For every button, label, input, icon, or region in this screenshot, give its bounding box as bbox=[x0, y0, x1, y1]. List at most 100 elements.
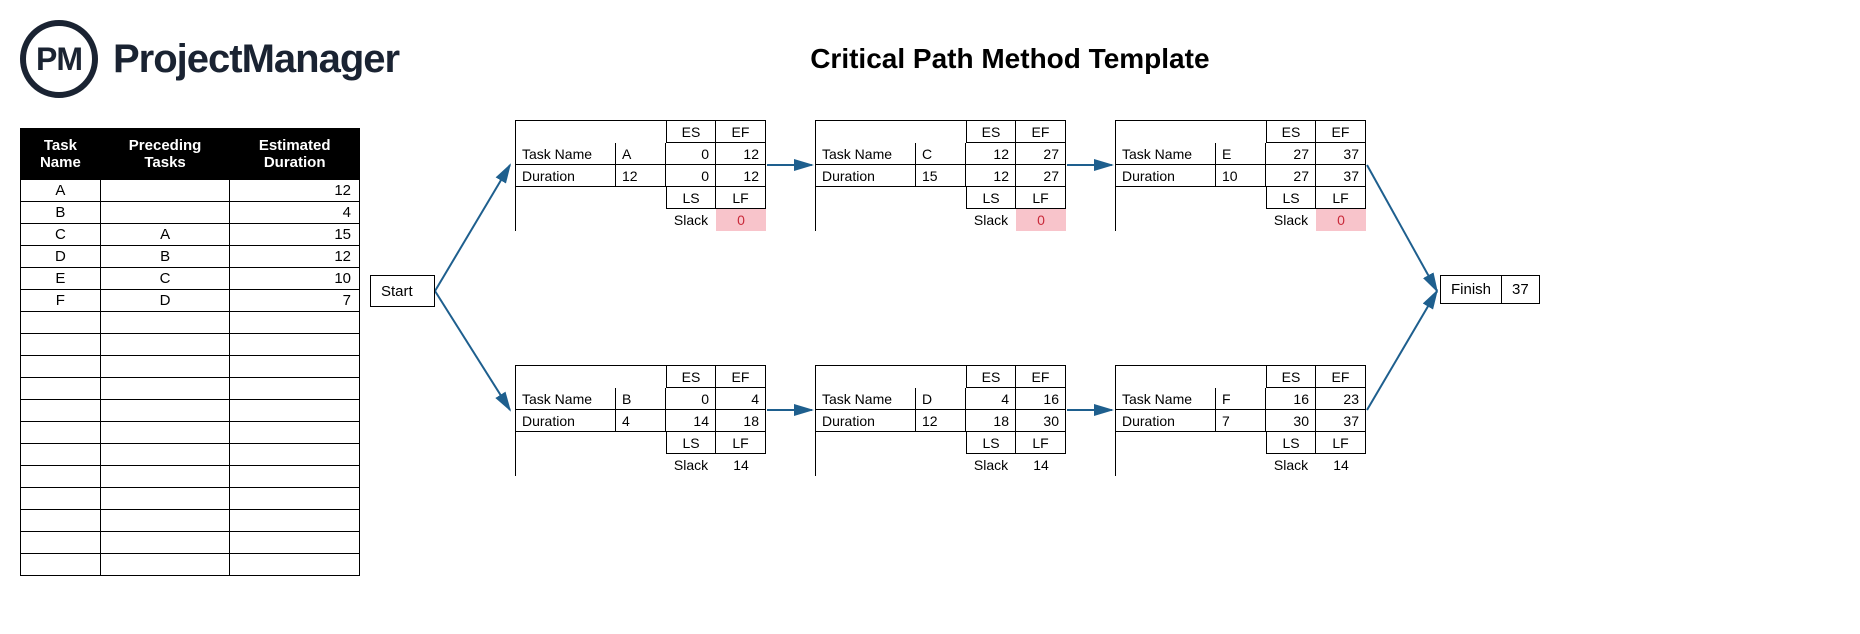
val-lf: 37 bbox=[1316, 410, 1366, 432]
task-node-B: ESEFTask NameB04Duration41418LSLFSlack14 bbox=[515, 365, 766, 476]
lbl-duration: Duration bbox=[1116, 410, 1216, 432]
hdr-ef: EF bbox=[1016, 366, 1066, 388]
val-dur: 7 bbox=[1216, 410, 1266, 432]
lbl-slack: Slack bbox=[966, 454, 1016, 476]
lbl-duration: Duration bbox=[516, 410, 616, 432]
val-lf: 37 bbox=[1316, 165, 1366, 187]
cell-dur: 15 bbox=[230, 224, 360, 246]
val-name: F bbox=[1216, 388, 1266, 410]
val-dur: 4 bbox=[616, 410, 666, 432]
val-name: A bbox=[616, 143, 666, 165]
table-row bbox=[21, 444, 360, 466]
hdr-es: ES bbox=[666, 121, 716, 143]
hdr-lf: LF bbox=[1016, 432, 1066, 454]
table-row bbox=[21, 334, 360, 356]
val-dur: 12 bbox=[616, 165, 666, 187]
table-row bbox=[21, 510, 360, 532]
val-name: E bbox=[1216, 143, 1266, 165]
hdr-lf: LF bbox=[1316, 187, 1366, 209]
lbl-slack: Slack bbox=[1266, 209, 1316, 231]
hdr-ls: LS bbox=[1266, 432, 1316, 454]
val-slack: 14 bbox=[1316, 454, 1366, 476]
val-es: 27 bbox=[1266, 143, 1316, 165]
val-es: 16 bbox=[1266, 388, 1316, 410]
table-row bbox=[21, 532, 360, 554]
lbl-duration: Duration bbox=[816, 410, 916, 432]
val-ls: 12 bbox=[966, 165, 1016, 187]
val-ef: 23 bbox=[1316, 388, 1366, 410]
task-node-A: ESEFTask NameA012Duration12012LSLFSlack0 bbox=[515, 120, 766, 231]
lbl-slack: Slack bbox=[666, 454, 716, 476]
val-slack: 0 bbox=[1016, 209, 1066, 231]
lbl-taskname: Task Name bbox=[816, 143, 916, 165]
cell-prec: D bbox=[100, 290, 230, 312]
table-row bbox=[21, 554, 360, 576]
lbl-taskname: Task Name bbox=[1116, 388, 1216, 410]
hdr-es: ES bbox=[1266, 121, 1316, 143]
cell-dur: 12 bbox=[230, 246, 360, 268]
hdr-lf: LF bbox=[716, 432, 766, 454]
val-dur: 15 bbox=[916, 165, 966, 187]
val-ef: 37 bbox=[1316, 143, 1366, 165]
cell-dur: 7 bbox=[230, 290, 360, 312]
val-ls: 27 bbox=[1266, 165, 1316, 187]
table-row bbox=[21, 488, 360, 510]
table-row bbox=[21, 312, 360, 334]
hdr-lf: LF bbox=[716, 187, 766, 209]
table-row: DB12 bbox=[21, 246, 360, 268]
hdr-ls: LS bbox=[1266, 187, 1316, 209]
hdr-ef: EF bbox=[716, 121, 766, 143]
cell-dur: 4 bbox=[230, 202, 360, 224]
table-row: B4 bbox=[21, 202, 360, 224]
lbl-slack: Slack bbox=[1266, 454, 1316, 476]
val-lf: 18 bbox=[716, 410, 766, 432]
finish-node: Finish 37 bbox=[1440, 275, 1540, 304]
val-es: 12 bbox=[966, 143, 1016, 165]
brand-name: ProjectManager bbox=[113, 37, 399, 82]
logo-icon: PM bbox=[20, 20, 98, 98]
cell-prec: A bbox=[100, 224, 230, 246]
task-node-C: ESEFTask NameC1227Duration151227LSLFSlac… bbox=[815, 120, 1066, 231]
hdr-ef: EF bbox=[716, 366, 766, 388]
hdr-es: ES bbox=[666, 366, 716, 388]
page-title: Critical Path Method Template bbox=[810, 43, 1209, 75]
val-lf: 12 bbox=[716, 165, 766, 187]
val-ls: 18 bbox=[966, 410, 1016, 432]
cpm-diagram: Start Finish 37 ESEFTask NameA012Duratio… bbox=[370, 120, 1850, 590]
hdr-ls: LS bbox=[666, 187, 716, 209]
val-lf: 27 bbox=[1016, 165, 1066, 187]
task-table: Task Name Preceding Tasks Estimated Dura… bbox=[20, 128, 360, 576]
table-row: EC10 bbox=[21, 268, 360, 290]
hdr-ls: LS bbox=[666, 432, 716, 454]
hdr-es: ES bbox=[1266, 366, 1316, 388]
table-row: CA15 bbox=[21, 224, 360, 246]
hdr-lf: LF bbox=[1316, 432, 1366, 454]
hdr-lf: LF bbox=[1016, 187, 1066, 209]
th-dur: Estimated Duration bbox=[230, 129, 360, 180]
val-es: 4 bbox=[966, 388, 1016, 410]
cell-dur: 12 bbox=[230, 180, 360, 202]
cell-task: F bbox=[21, 290, 101, 312]
val-lf: 30 bbox=[1016, 410, 1066, 432]
val-es: 0 bbox=[666, 143, 716, 165]
finish-value: 37 bbox=[1502, 276, 1539, 303]
cell-prec bbox=[100, 180, 230, 202]
val-name: C bbox=[916, 143, 966, 165]
brand-logo: PM ProjectManager bbox=[20, 20, 399, 98]
th-task: Task Name bbox=[21, 129, 101, 180]
val-slack: 14 bbox=[716, 454, 766, 476]
hdr-es: ES bbox=[966, 366, 1016, 388]
val-ls: 0 bbox=[666, 165, 716, 187]
lbl-duration: Duration bbox=[816, 165, 916, 187]
table-row bbox=[21, 466, 360, 488]
th-prec: Preceding Tasks bbox=[100, 129, 230, 180]
val-name: D bbox=[916, 388, 966, 410]
task-node-D: ESEFTask NameD416Duration121830LSLFSlack… bbox=[815, 365, 1066, 476]
lbl-duration: Duration bbox=[516, 165, 616, 187]
cell-prec: C bbox=[100, 268, 230, 290]
cell-task: C bbox=[21, 224, 101, 246]
lbl-taskname: Task Name bbox=[1116, 143, 1216, 165]
val-dur: 12 bbox=[916, 410, 966, 432]
table-row: FD7 bbox=[21, 290, 360, 312]
start-label: Start bbox=[381, 283, 413, 300]
